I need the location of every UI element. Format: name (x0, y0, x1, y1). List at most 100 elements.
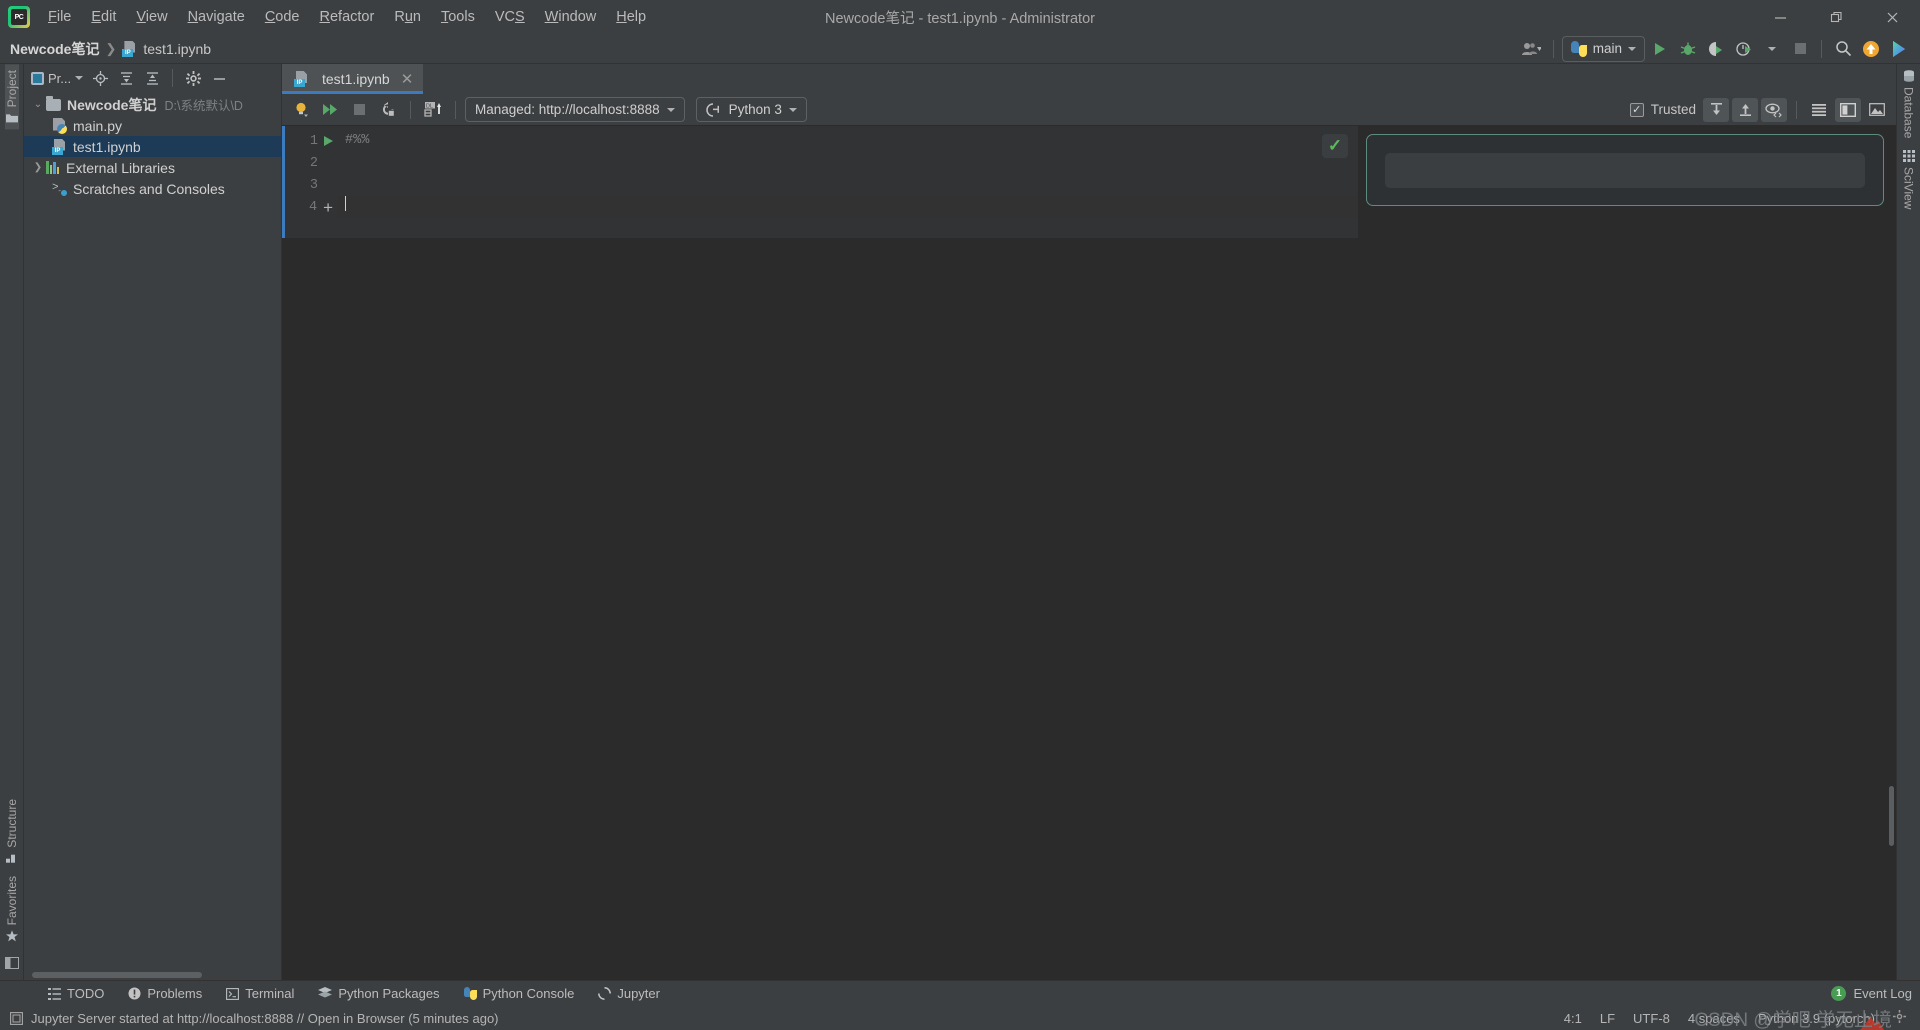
file-encoding[interactable]: UTF-8 (1633, 1011, 1670, 1026)
tree-node-mainpy[interactable]: main.py (24, 115, 281, 136)
add-cell-icon[interactable]: + (323, 199, 333, 216)
main-toolbar: main (1519, 35, 1920, 62)
trusted-checkbox[interactable]: ✓ (1629, 102, 1644, 117)
chevron-down-icon[interactable]: ⌄ (30, 99, 46, 110)
chevron-down-icon (788, 107, 797, 112)
menu-item-help[interactable]: Help (606, 6, 656, 28)
run-all-cells-icon[interactable] (317, 98, 343, 122)
run-cell-icon[interactable] (324, 136, 333, 146)
collapse-all-icon[interactable] (140, 66, 164, 90)
update-icon[interactable] (1858, 36, 1884, 62)
output-scrollbar[interactable] (1889, 786, 1894, 846)
user-settings-icon[interactable] (1519, 36, 1545, 62)
bottom-item-jupyter-label: Jupyter (617, 986, 660, 1001)
breadcrumb-file[interactable]: IP test1.ipynb (122, 40, 211, 57)
project-panel-title[interactable]: Pr... (28, 71, 86, 86)
menu-item-window[interactable]: Window (535, 6, 607, 28)
menu-item-run[interactable]: Run (384, 6, 431, 28)
image-view-icon[interactable] (1864, 98, 1890, 122)
close-icon[interactable]: ✕ (401, 70, 414, 88)
tree-node-newcode[interactable]: ⌄ Newcode笔记 D:\系统默认\D (24, 94, 281, 115)
editor-area: IP test1.ipynb ✕ DL Managed: http://loca… (282, 64, 1896, 980)
breadcrumb-project[interactable]: Newcode笔记 (10, 39, 99, 59)
locate-icon[interactable] (88, 66, 112, 90)
run-icon[interactable] (1647, 36, 1673, 62)
sidebar-item-favorites[interactable]: Favorites (5, 870, 19, 948)
sidebar-item-sciview[interactable]: SciView (1902, 144, 1916, 215)
notebook-cell[interactable]: 1 2 3 4 + #%% ✓ (282, 126, 1358, 238)
hide-panel-icon[interactable] (207, 66, 231, 90)
split-view-icon[interactable] (1835, 97, 1861, 122)
status-bar-right: 4:1 LF UTF-8 4 spaces Python 3.9 (pytorc… (1564, 1010, 1912, 1026)
kernel-selector[interactable]: Python 3 (695, 97, 807, 122)
status-message[interactable]: Jupyter Server started at http://localho… (31, 1011, 499, 1026)
menu-item-file[interactable]: File (38, 6, 81, 28)
menu-item-vcs[interactable]: VCS (485, 6, 535, 28)
ai-assistant-icon[interactable] (1886, 36, 1912, 62)
view-divider (1796, 100, 1797, 119)
toolbar-divider (1552, 39, 1554, 58)
menu-item-edit[interactable]: Edit (81, 6, 126, 28)
project-panel-scrollbar[interactable] (24, 970, 281, 980)
bottom-item-terminal[interactable]: Terminal (214, 981, 306, 1006)
upload-notebook-icon[interactable]: DL (420, 98, 446, 122)
tree-node-mainpy-label: main.py (73, 117, 123, 134)
profile-dropdown-icon[interactable] (1759, 36, 1785, 62)
move-cell-up-icon[interactable] (1732, 97, 1758, 122)
preview-code-icon[interactable] (1761, 97, 1787, 122)
cell-status-badge[interactable]: ✓ (1322, 134, 1348, 158)
bottom-item-python-packages[interactable]: Python Packages (306, 981, 451, 1006)
editor-tab-test1ipynb[interactable]: IP test1.ipynb ✕ (282, 64, 424, 94)
search-icon[interactable] (1830, 36, 1856, 62)
status-gear-icon[interactable] (1893, 1010, 1906, 1026)
expand-all-icon[interactable] (114, 66, 138, 90)
settings-gear-icon[interactable] (181, 66, 205, 90)
editor-scrollbar[interactable] (1347, 126, 1358, 980)
kernel-icon (705, 102, 719, 117)
restart-kernel-icon[interactable] (375, 98, 401, 122)
sidebar-item-database[interactable]: Database (1902, 64, 1916, 144)
coverage-icon[interactable] (1703, 36, 1729, 62)
chevron-right-icon[interactable]: ❯ (30, 162, 46, 173)
ipynb-file-icon: IP (52, 138, 67, 155)
move-cell-down-icon[interactable] (1703, 97, 1729, 122)
menu-item-navigate[interactable]: Navigate (178, 6, 255, 28)
lightbulb-icon[interactable] (288, 98, 314, 122)
cell-code-editor[interactable]: #%% (337, 126, 1358, 238)
debug-icon[interactable] (1675, 36, 1701, 62)
list-view-icon[interactable] (1806, 98, 1832, 122)
menu-item-view[interactable]: View (126, 6, 177, 28)
restore-button[interactable] (1808, 0, 1864, 34)
profile-icon[interactable] (1731, 36, 1757, 62)
caret-position[interactable]: 4:1 (1564, 1011, 1582, 1026)
line-separator[interactable]: LF (1600, 1011, 1615, 1026)
sidebar-item-structure[interactable]: Structure (5, 793, 19, 870)
tree-node-test1ipynb[interactable]: IP test1.ipynb (24, 136, 281, 157)
tree-node-scratches[interactable]: >_ Scratches and Consoles (24, 178, 281, 199)
cell-output-container[interactable] (1366, 134, 1884, 206)
trusted-toggle[interactable]: ✓ Trusted (1629, 102, 1700, 117)
minimize-button[interactable] (1752, 0, 1808, 34)
python-interpreter[interactable]: Python 3.9 (pytorch) (1758, 1011, 1875, 1026)
sidebar-item-project[interactable]: Project (4, 64, 19, 130)
close-button[interactable] (1864, 0, 1920, 34)
menu-item-tools[interactable]: Tools (431, 6, 485, 28)
event-log-area: 1 Event Log (1831, 986, 1920, 1001)
event-log-label[interactable]: Event Log (1853, 986, 1912, 1001)
run-configuration-selector[interactable]: main (1561, 35, 1645, 62)
project-panel-header: Pr... (24, 64, 281, 92)
layout-toggle-icon[interactable] (4, 948, 19, 980)
main-content: Project Structure Favorites Pr... ⌄ Newc… (0, 64, 1920, 980)
jupyter-server-selector[interactable]: Managed: http://localhost:8888 (465, 97, 685, 122)
panel-divider (172, 69, 174, 87)
bottom-item-jupyter[interactable]: Jupyter (586, 981, 672, 1006)
menu-item-code[interactable]: Code (255, 6, 310, 28)
notebook-output-pane (1358, 126, 1896, 980)
indent-setting[interactable]: 4 spaces (1688, 1011, 1740, 1026)
menu-item-refactor[interactable]: Refactor (310, 6, 385, 28)
bottom-item-problems[interactable]: Problems (116, 981, 214, 1006)
bottom-item-python-console[interactable]: Python Console (452, 981, 587, 1006)
tree-node-external-libraries[interactable]: ❯ External Libraries (24, 157, 281, 178)
bottom-item-todo[interactable]: TODO (36, 981, 116, 1006)
editor-empty-space[interactable] (282, 238, 1358, 980)
